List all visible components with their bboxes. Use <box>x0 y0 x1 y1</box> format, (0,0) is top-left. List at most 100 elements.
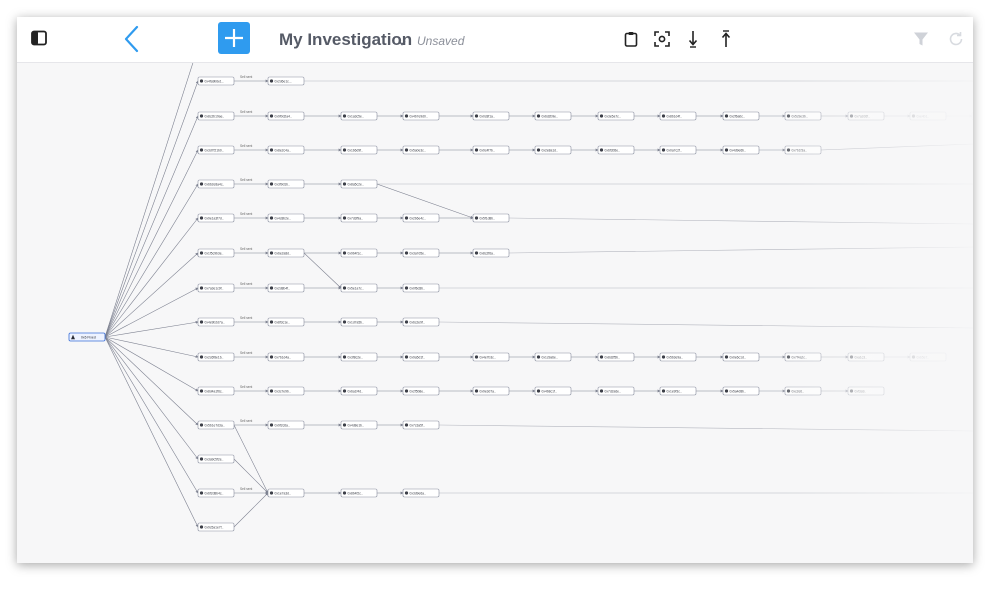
address-node[interactable]: 0x6c2e9f.. <box>402 317 440 327</box>
address-node[interactable]: 0x1d7a5b.. <box>340 317 378 327</box>
address-node[interactable]: 0x3d7f21b0.. <box>197 145 235 155</box>
address-node[interactable]: 0xc2e6.. <box>784 386 822 396</box>
address-node[interactable]: 0x6f3b5e.. <box>597 145 635 155</box>
address-node[interactable]: 0x3f8c2e.. <box>340 352 378 362</box>
address-node[interactable]: 0x8c2f6a.. <box>472 248 510 258</box>
address-node[interactable]: 0x2f6a0c.. <box>722 111 760 121</box>
chevron-down-icon[interactable] <box>397 34 407 52</box>
address-node[interactable]: 0x8f3c1e.. <box>267 317 305 327</box>
address-node[interactable]: 0x3a7d5e.. <box>402 248 440 258</box>
address-node[interactable]: 0x9c5a1e7f.. <box>197 522 235 532</box>
address-node[interactable]: 0x5e1a7c.. <box>340 283 378 293</box>
address-node[interactable]: 0x9c4f7b.. <box>472 145 510 155</box>
address-node[interactable]: 0x2c6f8e1b.. <box>197 352 235 362</box>
address-node[interactable]: 0x1f5c9b3e.. <box>197 248 235 258</box>
address-node[interactable]: 0x4e7b3c.. <box>472 352 510 362</box>
address-node[interactable]: 0x4d9e6b.. <box>722 145 760 155</box>
address-node[interactable]: 0x3f9d1b.. <box>267 179 305 189</box>
address-node[interactable]: 0xa1c3.. <box>847 352 885 362</box>
address-node[interactable]: 0x6f2d8b4c.. <box>197 488 235 498</box>
address-node[interactable]: 0x9f2c6a.. <box>267 420 305 430</box>
node-label: 0x6a1f4d.. <box>348 389 363 393</box>
address-node[interactable]: 0x9e1a3f7d.. <box>197 213 235 223</box>
address-node[interactable]: 0xd9a3.. <box>971 111 973 121</box>
node-icon <box>474 251 479 255</box>
address-node[interactable]: 0x0a7c2f.. <box>659 145 697 155</box>
address-node[interactable]: 0x7d2a6e.. <box>597 386 635 396</box>
address-node[interactable]: 0x8d2f5b.. <box>597 352 635 362</box>
arrow-down-icon[interactable] <box>682 28 704 50</box>
address-node[interactable]: 0x1a3c5e.. <box>340 111 378 121</box>
address-node[interactable]: 0x7b1f3a.. <box>784 145 822 155</box>
address-node[interactable]: 0x8c2b19ae.. <box>197 111 235 121</box>
address-node[interactable]: 0x1e9f3c.. <box>659 386 697 396</box>
address-node[interactable]: 0x9b4f1c.. <box>340 248 378 258</box>
address-node[interactable]: 0x8b4f2c.. <box>340 488 378 498</box>
address-node[interactable]: 0x3c7e9b.. <box>267 386 305 396</box>
address-node[interactable]: 0x5a4d8b.. <box>722 386 760 396</box>
node-label: 0x3a7d5e.. <box>410 251 426 255</box>
address-node[interactable]: 0x8e2c4a.. <box>267 145 305 155</box>
address-node[interactable]: 0x6b2e8a4c.. <box>197 179 235 189</box>
sidebar-toggle-icon[interactable] <box>30 29 48 47</box>
address-node[interactable]: 0x5a0e3c.. <box>402 145 440 155</box>
address-node[interactable]: 0x7c3a5f.. <box>402 420 440 430</box>
address-node[interactable]: 0x0e6c1d.. <box>722 352 760 362</box>
investigation-title[interactable]: My Investigation <box>279 30 412 50</box>
address-node[interactable]: 0x1e7a3d.. <box>267 488 305 498</box>
address-node[interactable]: 0x7b1d4a.. <box>267 352 305 362</box>
node-icon <box>199 182 204 186</box>
address-node[interactable]: 0x4fa9b6e1.. <box>197 76 235 86</box>
transaction-graph[interactable]: Sell sent Sell sent Sell sent Sell sent Sell… <box>17 40 973 563</box>
address-node[interactable]: 0x2b6e4c.. <box>402 213 440 223</box>
address-node[interactable]: 0xe4b1.. <box>909 111 947 121</box>
filter-icon[interactable] <box>910 28 932 50</box>
address-node[interactable]: 0x0c8f1a.. <box>472 111 510 121</box>
address-node[interactable]: 0x7a3e1c9f.. <box>197 283 235 293</box>
address-node[interactable]: 0x3a9c5f2e.. <box>197 454 235 464</box>
address-node[interactable]: 0x2d8b4f.. <box>267 283 305 293</box>
graph-canvas[interactable]: Sell sent Sell sent Sell sent Sell sent Sell… <box>17 40 973 563</box>
add-button[interactable] <box>218 22 250 54</box>
address-node[interactable]: 0x6d2b9e.. <box>534 111 572 121</box>
address-node[interactable]: 0x8a5c2e.. <box>340 179 378 189</box>
address-node[interactable]: 0x8b1d4f.. <box>659 111 697 121</box>
address-node[interactable]: 0x4b7e9d0.. <box>402 111 440 121</box>
root-node[interactable]: 0x6 Fixed <box>68 332 106 342</box>
arrow-up-icon[interactable] <box>715 28 737 50</box>
address-node[interactable]: 0x7a2d6f.. <box>847 111 885 121</box>
refresh-icon[interactable] <box>945 28 967 50</box>
address-node[interactable]: 0x7f4a2c.. <box>784 352 822 362</box>
address-node[interactable]: 0x8d4a1f6c.. <box>197 386 235 396</box>
focus-frame-icon[interactable] <box>651 28 673 50</box>
address-node[interactable]: 0x4e9b2d7a.. <box>197 317 235 327</box>
address-node[interactable]: 0x0f6d3b.. <box>402 283 440 293</box>
address-node[interactable]: 0x6a1f4d.. <box>340 386 378 396</box>
node-icon <box>199 389 204 393</box>
address-node[interactable]: 0x1c9a6e.. <box>534 352 572 362</box>
back-button[interactable] <box>120 23 144 55</box>
address-node[interactable]: 0x2e8a1d.. <box>534 145 572 155</box>
address-node[interactable]: 0x9f0d2a4.. <box>267 111 305 121</box>
address-node[interactable]: 0x3e5a7c.. <box>597 111 635 121</box>
address-node[interactable]: 0x2f5b8e.. <box>402 386 440 396</box>
address-node[interactable]: 0x4d8e1b.. <box>340 420 378 430</box>
clipboard-icon[interactable] <box>620 28 642 50</box>
node-label: 0x6f2d8b4c.. <box>205 491 224 495</box>
address-node[interactable]: 0x9e3d7a.. <box>472 386 510 396</box>
address-node[interactable]: 0xf3a9.. <box>847 386 885 396</box>
address-node[interactable]: 0x5b1e7d3a.. <box>197 420 235 430</box>
address-node[interactable]: 0x6e2a8d.. <box>267 248 305 258</box>
address-node[interactable]: 0x2d6e1c... <box>267 76 305 86</box>
address-node[interactable]: 0x5f1d8b.. <box>472 213 510 223</box>
address-node[interactable]: 0x7d3f9a.. <box>340 213 378 223</box>
address-node[interactable]: 0x3d9e6a.. <box>402 488 440 498</box>
root-edge <box>104 149 199 338</box>
address-node[interactable]: 0x4c8b2e.. <box>267 213 305 223</box>
address-node[interactable]: 0xb5e7.. <box>909 352 947 362</box>
address-node[interactable]: 0x4b8c1f.. <box>534 386 572 396</box>
address-node[interactable]: 0x5b3e9a.. <box>659 352 697 362</box>
address-node[interactable]: 0x1b6d9f.. <box>340 145 378 155</box>
address-node[interactable]: 0x5c9e3b.. <box>784 111 822 121</box>
address-node[interactable]: 0x9a5d1f.. <box>402 352 440 362</box>
